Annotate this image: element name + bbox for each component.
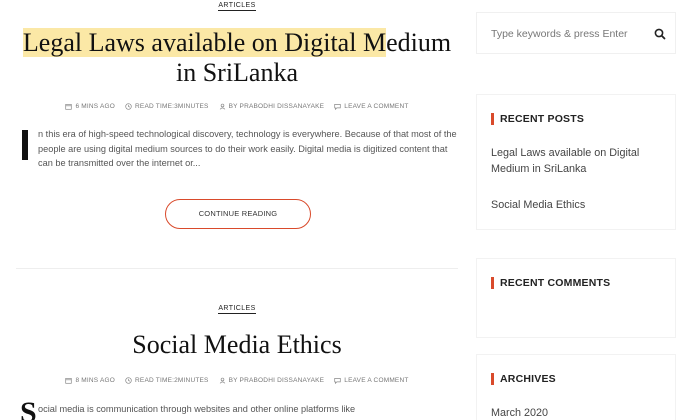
- archives-title: ARCHIVES: [491, 373, 556, 385]
- archive-link[interactable]: March 2020: [491, 405, 671, 420]
- post-title-rest: edium: [386, 28, 452, 57]
- post-category[interactable]: ARTICLES: [16, 305, 458, 314]
- post-category[interactable]: ARTICLES: [16, 2, 458, 11]
- post-meta: 6 MINS AGO READ TIME:3MINUTES BY PRABODH…: [16, 103, 458, 112]
- continue-reading-button[interactable]: CONTINUE READING: [165, 199, 311, 229]
- dropcap: [16, 128, 30, 160]
- user-icon: [219, 103, 225, 110]
- search-widget: [476, 12, 676, 54]
- recent-comments-title: RECENT COMMENTS: [491, 277, 610, 289]
- sidebar: RECENT POSTS Legal Laws available on Dig…: [476, 0, 680, 420]
- post-meta: 8 MINS AGO READ TIME:2MINUTES BY PRABODH…: [16, 377, 458, 386]
- dropcap: S: [20, 396, 37, 420]
- post-title[interactable]: Social Media Ethics: [16, 330, 458, 360]
- post-divider: [16, 268, 458, 269]
- meta-comment[interactable]: LEAVE A COMMENT: [334, 377, 408, 384]
- post-title-highlight: Legal Laws available on Digital M: [22, 28, 387, 57]
- calendar-icon: [65, 378, 73, 384]
- recent-posts-title: RECENT POSTS: [491, 113, 584, 125]
- recent-posts-widget: RECENT POSTS Legal Laws available on Dig…: [476, 94, 676, 230]
- main-content: ARTICLES Legal Laws available on Digital…: [0, 0, 458, 420]
- meta-time: 6 MINS AGO: [65, 103, 115, 110]
- meta-time: 8 MINS AGO: [65, 377, 115, 384]
- archives-widget: ARCHIVES March 2020: [476, 354, 676, 420]
- calendar-icon: [65, 104, 73, 110]
- meta-author[interactable]: BY PRABODHI DISSANAYAKE: [219, 377, 325, 384]
- search-button[interactable]: [653, 27, 667, 41]
- recent-comments-widget: RECENT COMMENTS: [476, 258, 676, 338]
- post-title-line2: in SriLanka: [175, 58, 299, 87]
- recent-post-link[interactable]: Social Media Ethics: [491, 197, 671, 213]
- search-icon: [654, 28, 666, 40]
- user-icon: [219, 377, 225, 384]
- search-input[interactable]: [491, 25, 641, 43]
- post-card: ARTICLES Legal Laws available on Digital…: [16, 0, 458, 268]
- recent-post-link[interactable]: Legal Laws available on Digital Medium i…: [491, 145, 671, 177]
- post-title[interactable]: Legal Laws available on Digital Medium i…: [16, 28, 458, 88]
- post-card: ARTICLES Social Media Ethics 8 MINS AGO …: [16, 300, 458, 420]
- meta-read-time: READ TIME:3MINUTES: [125, 103, 209, 110]
- post-excerpt: n this era of high-speed technological d…: [38, 129, 457, 168]
- comment-icon: [334, 104, 341, 110]
- comment-icon: [334, 378, 341, 384]
- meta-comment[interactable]: LEAVE A COMMENT: [334, 103, 408, 110]
- post-excerpt: ocial media is communication through web…: [38, 404, 356, 414]
- meta-read-time: READ TIME:2MINUTES: [125, 377, 209, 384]
- clock-icon: [125, 377, 132, 384]
- meta-author[interactable]: BY PRABODHI DISSANAYAKE: [219, 103, 325, 110]
- dropcap-glyph: [22, 130, 28, 160]
- clock-icon: [125, 103, 132, 110]
